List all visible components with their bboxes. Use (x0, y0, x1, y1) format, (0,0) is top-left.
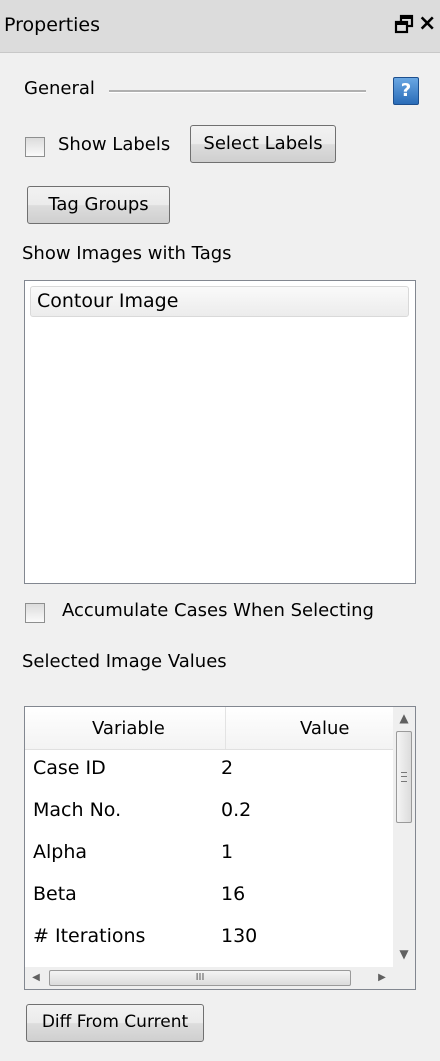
scroll-up-icon[interactable]: ▲ (393, 707, 415, 729)
tag-groups-button[interactable]: Tag Groups (27, 186, 170, 224)
show-labels-label[interactable]: Show Labels (58, 134, 170, 155)
cell-variable: Case ID (33, 757, 106, 779)
column-header-variable[interactable]: Variable (92, 718, 165, 739)
cell-variable: # Iterations (33, 925, 146, 947)
cell-value: 0.2 (221, 799, 252, 821)
close-icon[interactable]: × (418, 11, 436, 36)
group-divider (109, 90, 366, 93)
column-header-value[interactable]: Value (300, 718, 349, 739)
general-group-label: General (24, 78, 95, 99)
scroll-right-icon[interactable]: ▶ (371, 967, 393, 989)
cell-value: 2 (221, 757, 234, 779)
vertical-scroll-thumb[interactable] (396, 731, 412, 823)
list-item[interactable]: Contour Image (30, 286, 409, 317)
table-row[interactable]: Beta 16 (25, 875, 393, 917)
help-icon[interactable]: ? (393, 77, 419, 105)
cell-value: 16 (221, 883, 246, 905)
column-divider[interactable] (225, 707, 226, 749)
accumulate-cases-checkbox[interactable] (25, 603, 45, 623)
select-labels-button[interactable]: Select Labels (190, 125, 336, 163)
accumulate-cases-label[interactable]: Accumulate Cases When Selecting (62, 600, 374, 621)
scrollbar-corner (393, 967, 415, 989)
panel-titlebar: Properties × (0, 0, 440, 53)
table-row[interactable]: # Iterations 130 (25, 917, 393, 959)
cell-variable: Alpha (33, 841, 88, 863)
panel-title: Properties (4, 14, 101, 36)
horizontal-scrollbar[interactable]: ◀ III ▶ (25, 967, 393, 989)
diff-from-current-button[interactable]: Diff From Current (26, 1004, 204, 1042)
table-row[interactable]: Case ID 2 (25, 749, 393, 791)
cell-value: 1 (221, 841, 234, 863)
vertical-scrollbar[interactable]: ▲ ▼ (393, 707, 415, 967)
table-row[interactable]: Alpha 1 (25, 833, 393, 875)
scroll-left-icon[interactable]: ◀ (25, 967, 47, 989)
cell-variable: Mach No. (33, 799, 122, 821)
cell-variable: Beta (33, 883, 77, 905)
cell-value: 130 (221, 925, 258, 947)
show-labels-checkbox[interactable] (25, 137, 45, 157)
float-window-icon[interactable] (394, 13, 414, 35)
grip-icon (401, 772, 407, 782)
table-row[interactable]: Mach No. 0.2 (25, 791, 393, 833)
selected-image-values-label: Selected Image Values (22, 651, 227, 672)
show-images-with-tags-label: Show Images with Tags (22, 243, 232, 264)
tags-listbox[interactable]: Contour Image (24, 280, 416, 584)
image-values-table: Variable Value Case ID 2 Mach No. 0.2 Al… (24, 706, 416, 990)
horizontal-scroll-thumb[interactable]: III (49, 970, 351, 986)
scroll-down-icon[interactable]: ▼ (393, 943, 415, 965)
table-header: Variable Value (25, 707, 393, 750)
